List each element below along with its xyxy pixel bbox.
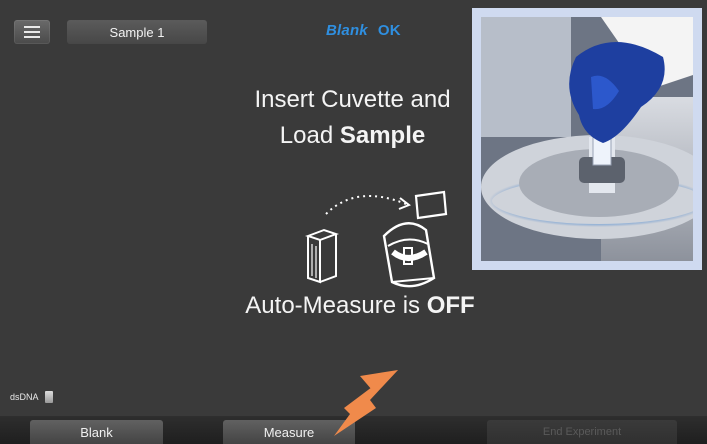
- auto-measure-value: OFF: [426, 292, 475, 319]
- sample-tab[interactable]: Sample 1: [67, 20, 207, 44]
- auto-measure-prefix: Auto-Measure is: [245, 292, 427, 319]
- end-experiment-button[interactable]: End Experiment: [487, 420, 677, 444]
- orange-pointer-arrow-icon: [334, 370, 398, 436]
- blank-ok-label: OK: [377, 22, 401, 39]
- blank-status-label: Blank: [326, 22, 368, 39]
- cuvette-icon: [305, 228, 339, 284]
- menu-button[interactable]: [14, 20, 50, 44]
- instrument-photo-image: [481, 17, 693, 261]
- instrument-icon: [382, 222, 436, 288]
- blank-status: Blank OK: [326, 22, 401, 39]
- hamburger-menu-icon: [24, 26, 40, 38]
- assay-label: dsDNA: [10, 392, 39, 402]
- instrument-photo: [472, 8, 702, 270]
- cuvette-icon: [44, 391, 53, 403]
- assay-indicator: dsDNA: [10, 391, 53, 403]
- blank-button[interactable]: Blank: [30, 420, 163, 444]
- instruction-line-2-prefix: Load: [279, 122, 340, 149]
- auto-measure-status: Auto-Measure is OFF: [210, 292, 510, 320]
- instrument-screen: Sample 1 Blank OK Insert Cuvette and Load…: [0, 0, 707, 444]
- instruction-line-2-bold: Sample: [339, 122, 426, 149]
- insert-cuvette-illustration: [305, 190, 448, 288]
